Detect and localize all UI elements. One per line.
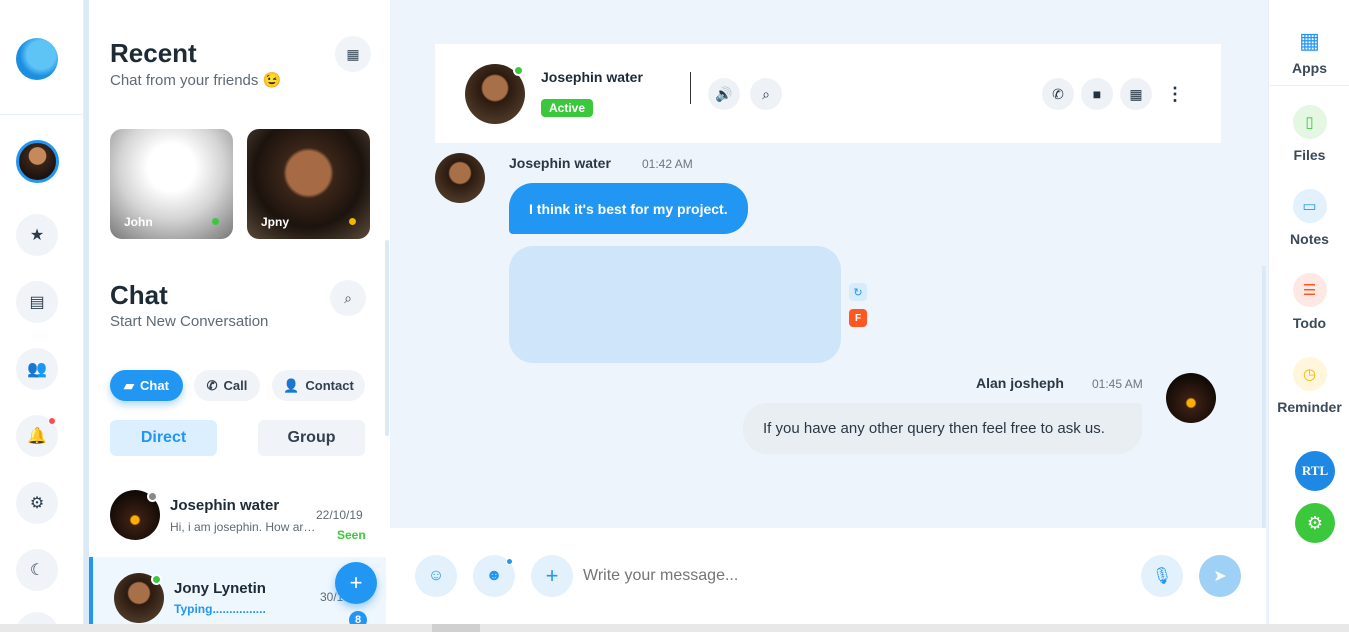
phone-icon: ✆ (206, 377, 218, 393)
chat-header: Josephin water Active 🔊 ⌕ ✆ ■ ▦ ⋮ (435, 44, 1221, 143)
message-time: 01:45 AM (1092, 377, 1143, 391)
rtl-toggle-button[interactable]: RTL (1295, 451, 1335, 491)
speaker-icon[interactable]: 🔊 (708, 78, 740, 110)
message-input[interactable] (583, 559, 1103, 593)
tab-chat[interactable]: ▰ Chat (110, 370, 183, 401)
conversation-name: Jony Lynetin (174, 580, 266, 597)
segment-group[interactable]: Group (258, 420, 365, 456)
message-composer: ☺ ☻ + 🎙 ➤ (390, 528, 1266, 624)
sender-name: Alan josheph (976, 375, 1064, 391)
message-bubble[interactable]: I think it's best for my project. (509, 183, 748, 234)
sender-avatar (435, 153, 485, 203)
message-media-bubble[interactable] (509, 246, 841, 363)
search-icon[interactable]: ⌕ (750, 78, 782, 110)
tab-call[interactable]: ✆ Call (194, 370, 260, 401)
profile-avatar[interactable] (16, 140, 59, 183)
typing-indicator: Typing................ (174, 602, 266, 616)
search-icon[interactable]: ⌕ (330, 280, 366, 316)
bell-icon[interactable]: 🔔 (16, 415, 58, 457)
attach-plus-icon[interactable]: + (531, 555, 573, 597)
chat-subtitle: Start New Conversation (110, 313, 269, 330)
tab-contact[interactable]: 👤 Contact (272, 370, 365, 401)
apps-grid-icon: ▦ (1299, 28, 1320, 53)
scrollbar-thumb[interactable] (432, 624, 480, 632)
chat-list-panel: Recent Chat from your friends 😉 ▦ John J… (84, 0, 390, 632)
left-nav: ★ ▤ 👥 🔔 ⚙ ☾ (0, 0, 84, 632)
grid-icon[interactable]: ▦ (335, 36, 371, 72)
story-card[interactable]: Jpny (247, 129, 370, 239)
scrollbar[interactable] (1262, 266, 1266, 528)
send-button[interactable]: ➤ (1199, 555, 1241, 597)
status-dot (513, 65, 524, 76)
status-dot (147, 491, 158, 502)
contact-name: Josephin water (541, 69, 643, 85)
recent-subtitle: Chat from your friends 😉 (110, 72, 282, 89)
conversation-row[interactable]: Josephin water Hi, i am josephin. How ar… (89, 480, 386, 554)
conversation-name: Josephin water (170, 497, 280, 514)
app-logo[interactable] (16, 38, 58, 80)
status-badge: Active (541, 99, 594, 117)
sidebar-item-todo[interactable]: ☰ Todo (1269, 273, 1349, 331)
document-icon[interactable]: ▤ (16, 281, 58, 323)
chat-icon: ▰ (124, 377, 135, 393)
microphone-icon[interactable]: 🎙 (1141, 555, 1183, 597)
new-chat-button[interactable]: + (335, 562, 377, 604)
more-menu-icon[interactable]: ⋮ (1163, 78, 1187, 110)
status-dot (151, 574, 162, 585)
star-icon[interactable]: ★ (16, 214, 58, 256)
emoji-icon[interactable]: ☻ (473, 555, 515, 597)
sender-avatar (1166, 373, 1216, 423)
chat-title: Chat (110, 280, 168, 310)
recent-title: Recent (110, 38, 197, 68)
status-dot (212, 218, 219, 225)
story-card[interactable]: John (110, 129, 233, 239)
conversation-date: 22/10/19 (316, 508, 363, 522)
divider (0, 114, 84, 115)
message-bubble[interactable]: If you have any other query then feel fr… (743, 403, 1142, 454)
scrollbar[interactable] (385, 240, 389, 436)
gear-icon[interactable]: ⚙ (16, 482, 58, 524)
sidebar-item-reminder[interactable]: ◷ Reminder (1269, 357, 1349, 415)
list-icon: ☰ (1292, 273, 1327, 307)
divider (690, 72, 691, 104)
grid-icon[interactable]: ▦ (1120, 78, 1152, 110)
video-icon[interactable]: ■ (1081, 78, 1113, 110)
message-time: 01:42 AM (642, 157, 693, 171)
sidebar-item-files[interactable]: ▯ Files (1269, 105, 1349, 163)
phone-icon[interactable]: ✆ (1042, 78, 1074, 110)
sticker-icon[interactable]: ☺ (415, 555, 457, 597)
status-dot (349, 218, 356, 225)
settings-gear-icon[interactable]: ⚙ (1295, 503, 1335, 543)
horizontal-scrollbar[interactable] (0, 624, 1349, 632)
moon-icon[interactable]: ☾ (16, 549, 58, 591)
right-sidebar: ▦ Apps ▯ Files ▭ Notes ☰ Todo ◷ Reminder… (1268, 0, 1349, 632)
notebook-icon: ▭ (1292, 189, 1327, 223)
segment-direct[interactable]: Direct (110, 420, 217, 456)
users-icon[interactable]: 👥 (16, 348, 58, 390)
sender-name: Josephin water (509, 155, 611, 171)
file-icon: ▯ (1292, 105, 1327, 139)
sidebar-item-notes[interactable]: ▭ Notes (1269, 189, 1349, 247)
refresh-icon[interactable]: ↻ (849, 283, 867, 301)
notification-dot (48, 417, 56, 425)
notification-dot (506, 558, 513, 565)
seen-status: Seen (337, 528, 366, 542)
flag-icon[interactable]: F (849, 309, 867, 327)
story-name: John (124, 215, 153, 229)
clock-icon: ◷ (1292, 357, 1327, 391)
sidebar-item-apps[interactable]: ▦ Apps (1269, 24, 1349, 86)
contact-icon: 👤 (283, 377, 300, 393)
story-name: Jpny (261, 215, 290, 229)
conversation-preview: Hi, i am josephin. How are you.. ! There… (170, 520, 317, 534)
